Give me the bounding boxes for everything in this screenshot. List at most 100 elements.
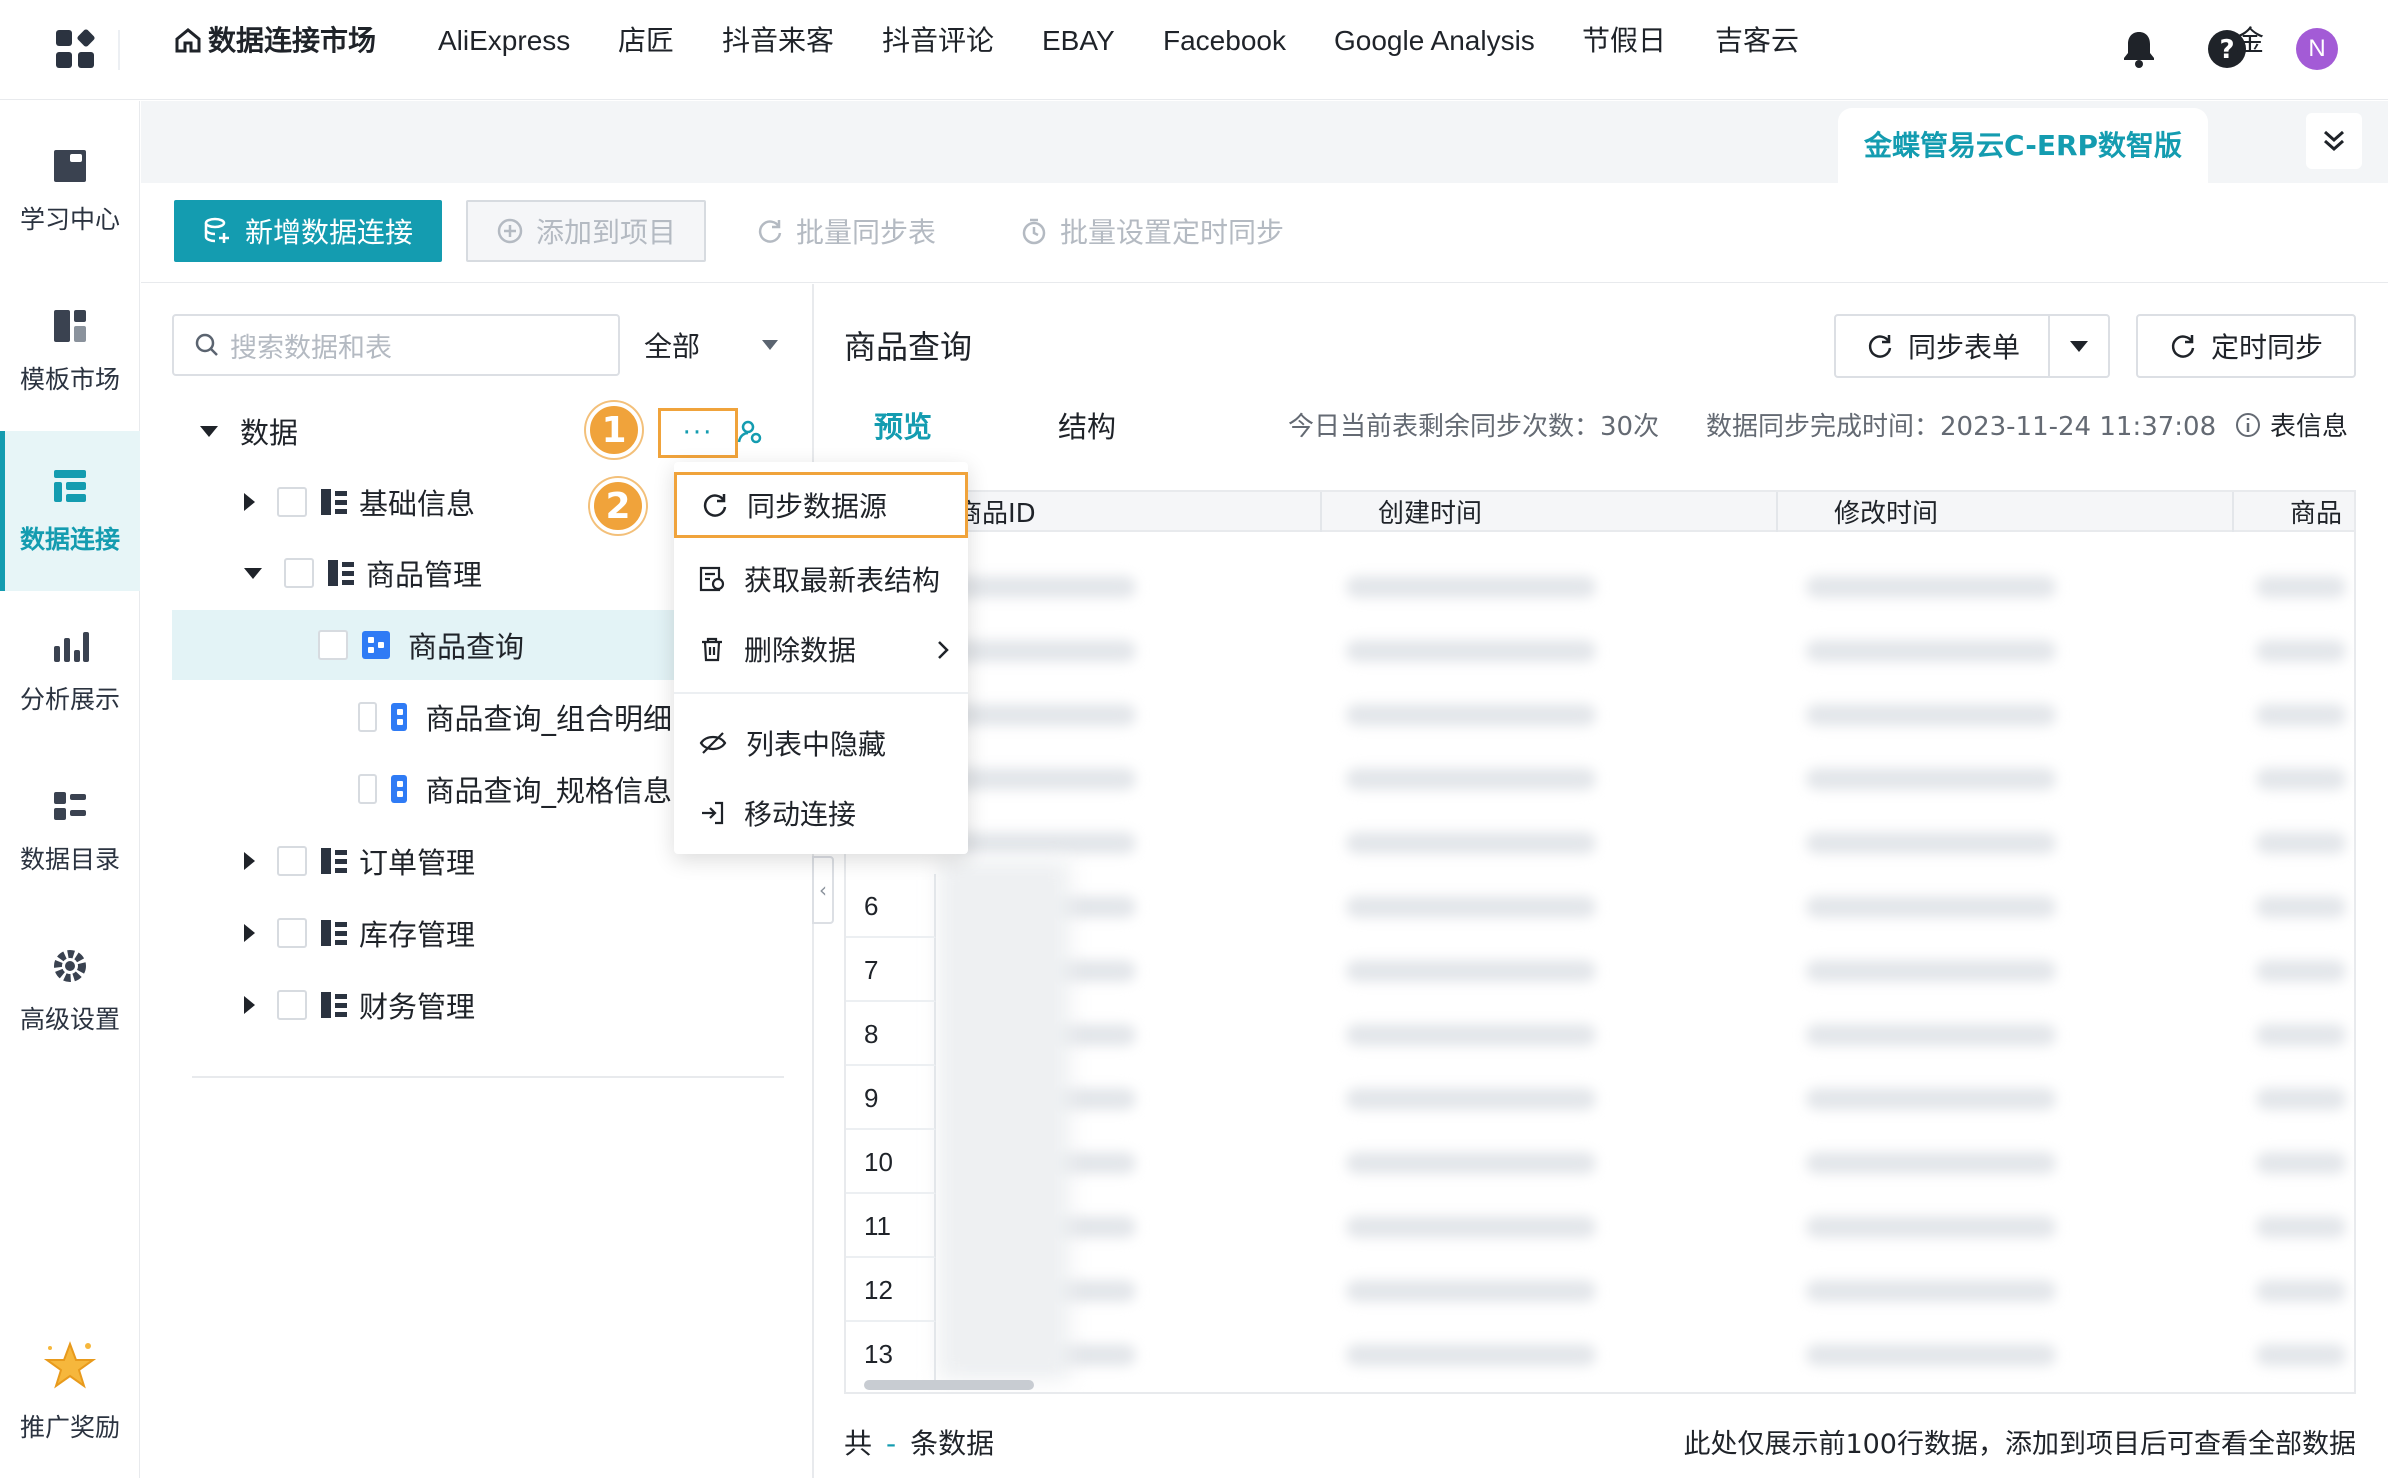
checkbox[interactable] [277, 846, 307, 876]
avatar[interactable]: N [2296, 28, 2338, 70]
tree-table-spec-info[interactable]: 商品查询_规格信息 [172, 754, 672, 824]
sync-completed-time: 数据同步完成时间：2023-11-24 11:37:08 [1706, 412, 2217, 442]
tab-dianjiang[interactable]: 店匠 [618, 0, 674, 82]
tab-structure[interactable]: 结构 [1058, 404, 1116, 446]
tab-preview[interactable]: 预览 [874, 404, 932, 446]
row-number: 11 [846, 1194, 936, 1258]
batch-sync-button[interactable]: 批量同步表 [756, 200, 936, 262]
tab-douyin-pinglun[interactable]: 抖音评论 [882, 0, 994, 82]
new-connection-button[interactable]: 新增数据连接 [174, 200, 442, 262]
nav-item-templates[interactable]: 模板市场 [0, 271, 140, 431]
tab-google-analysis[interactable]: Google Analysis [1334, 0, 1535, 82]
menu-move-connection[interactable]: 移动连接 [674, 780, 968, 846]
folder-list-icon [328, 560, 354, 586]
folder-list-icon [321, 848, 347, 874]
more-button[interactable]: ··· [658, 408, 738, 458]
chevron-right-icon [938, 641, 949, 659]
tab-home[interactable]: 数据连接市场 [174, 0, 376, 82]
expand-icon[interactable] [244, 996, 255, 1014]
table-info-link[interactable]: 表信息 [2234, 406, 2348, 443]
table-icon [362, 631, 390, 659]
refresh-icon [758, 220, 782, 243]
catalog-icon [50, 786, 90, 826]
tab-douyin-laike[interactable]: 抖音来客 [722, 0, 834, 82]
svg-text:?: ? [2219, 35, 2234, 65]
batch-schedule-button[interactable]: 批量设置定时同步 [1020, 200, 1284, 262]
tab-facebook[interactable]: Facebook [1163, 0, 1286, 82]
table-header: 商品ID 创建时间 修改时间 商品 [846, 492, 2354, 532]
collapse-icon[interactable] [244, 567, 262, 579]
page-title: 商品查询 [844, 328, 973, 366]
nav-item-analysis[interactable]: 分析展示 [0, 591, 140, 751]
filter-select[interactable]: 全部 [644, 314, 784, 376]
table-icon [391, 775, 414, 803]
tree-folder-inventory[interactable]: 库存管理 [172, 898, 808, 968]
checkbox[interactable] [284, 558, 314, 588]
checkbox[interactable] [277, 918, 307, 948]
template-icon [50, 306, 90, 346]
sync-options-dropdown[interactable] [2050, 340, 2108, 352]
schema-refresh-icon [699, 566, 725, 592]
menu-get-latest-schema[interactable]: 获取最新表结构 [674, 546, 968, 612]
expand-icon[interactable] [200, 425, 218, 437]
expand-icon[interactable] [244, 493, 255, 511]
horizontal-scrollbar[interactable] [864, 1380, 1034, 1390]
trash-icon [702, 637, 722, 662]
divider [118, 30, 120, 70]
checkbox[interactable] [277, 990, 307, 1020]
add-to-project-button[interactable]: 添加到项目 [466, 200, 706, 262]
move-icon [702, 801, 724, 825]
bell-icon[interactable] [2118, 28, 2160, 70]
timer-icon [1022, 218, 1046, 245]
apps-logo-icon[interactable] [56, 28, 96, 70]
checkbox[interactable] [318, 630, 348, 660]
nav-item-learning[interactable]: 学习中心 [0, 111, 140, 271]
tab-holidays[interactable]: 节假日 [1582, 0, 1666, 82]
menu-sync-datasource[interactable]: 同步数据源 [674, 472, 968, 538]
checkbox[interactable] [277, 487, 307, 517]
tab-aliexpress[interactable]: AliExpress [438, 0, 570, 82]
remaining-sync-count: 今日当前表剩余同步次数：30次 [1288, 412, 1660, 442]
database-plus-icon [204, 217, 229, 243]
user-settings-icon[interactable] [736, 418, 764, 446]
sync-table-button[interactable]: 同步表单 [1834, 314, 2110, 378]
refresh-icon [703, 494, 727, 517]
menu-divider [674, 692, 968, 694]
star-icon [42, 1338, 98, 1394]
row-number: 6 [846, 874, 936, 938]
nav-item-data-connect[interactable]: 数据连接 [0, 431, 140, 591]
row-number: 13 [846, 1322, 936, 1386]
home-icon [175, 28, 201, 53]
expand-icon[interactable] [244, 852, 255, 870]
tab-kingdee-cerp[interactable]: 金蝶管易云C-ERP数智版 [1838, 108, 2209, 183]
eye-off-icon [699, 732, 727, 754]
folder-list-icon [321, 992, 347, 1018]
double-chevron-down-icon [2324, 130, 2344, 152]
folder-list-icon [321, 489, 347, 515]
refresh-icon [2171, 335, 2195, 358]
tab-jin[interactable]: 金 [2236, 0, 2264, 82]
column-header[interactable]: 修改时间 [1778, 492, 2234, 532]
tab-ebay[interactable]: EBAY [1042, 0, 1115, 82]
column-header[interactable]: 创建时间 [1322, 492, 1778, 532]
chart-icon [50, 626, 90, 666]
step-badge-2: 2 [590, 478, 646, 534]
collapse-panel-button[interactable]: ‹ [812, 856, 834, 924]
tree-table-combo-detail[interactable]: 商品查询_组合明细 [172, 682, 672, 752]
column-header[interactable]: 商品 [2234, 492, 2354, 532]
search-input[interactable]: 搜索数据和表 [172, 314, 620, 376]
expand-icon[interactable] [244, 924, 255, 942]
tree-folder-finance[interactable]: 财务管理 [172, 970, 808, 1040]
nav-item-settings[interactable]: 高级设置 [0, 911, 140, 1071]
preview-note: 此处仅展示前100行数据，添加到项目后可查看全部数据 [1683, 1429, 2356, 1460]
menu-delete-data[interactable]: 删除数据 [674, 616, 968, 682]
checkbox[interactable] [358, 702, 378, 732]
menu-hide-in-list[interactable]: 列表中隐藏 [674, 710, 968, 776]
tabs-more-button[interactable] [2306, 113, 2362, 169]
search-icon [195, 333, 218, 356]
checkbox[interactable] [358, 774, 378, 804]
schedule-sync-button[interactable]: 定时同步 [2136, 314, 2356, 378]
tab-jikeyun[interactable]: 吉客云 [1715, 0, 1799, 82]
nav-item-catalog[interactable]: 数据目录 [0, 751, 140, 911]
nav-item-rewards[interactable]: 推广奖励 [0, 1311, 140, 1471]
